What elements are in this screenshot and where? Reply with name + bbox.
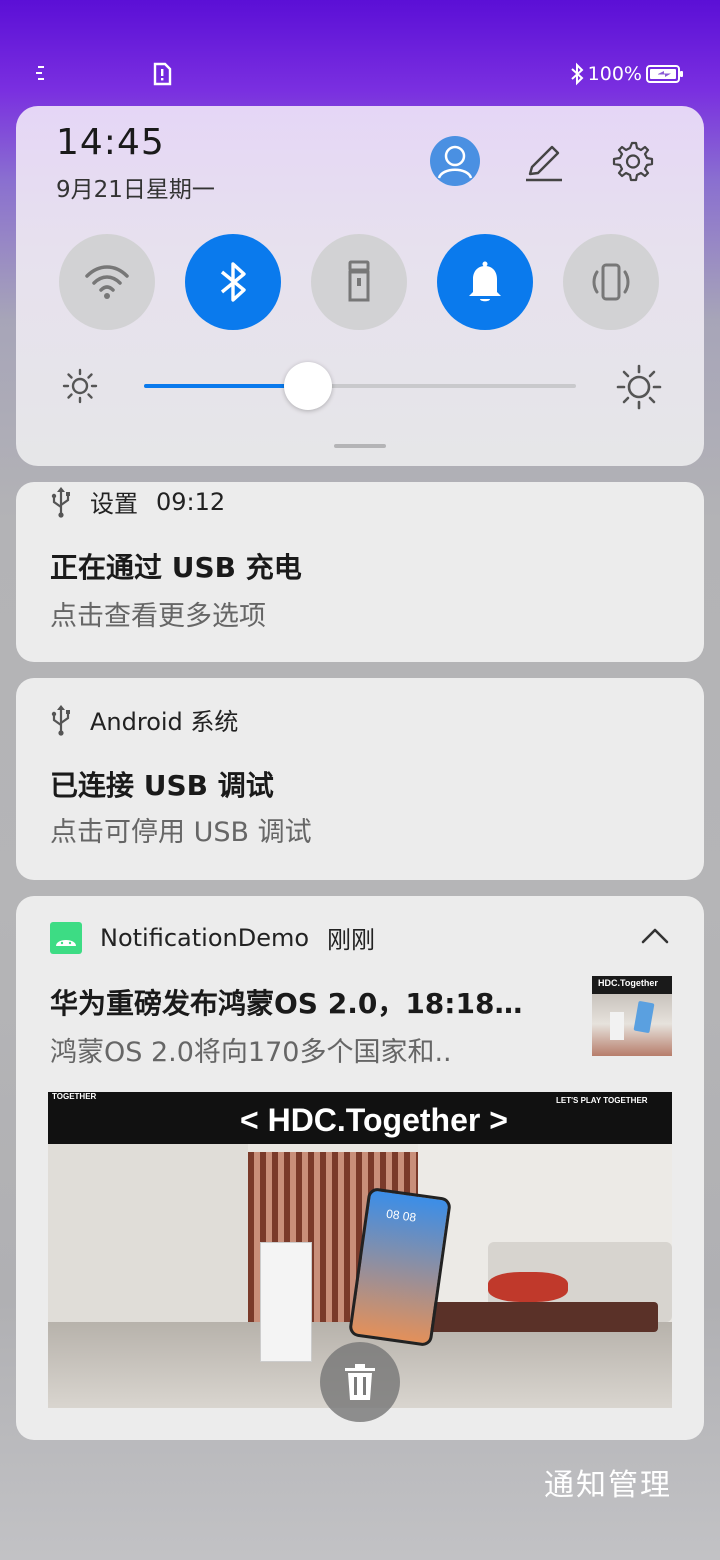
clock: 14:45 bbox=[56, 122, 165, 163]
notification-demo[interactable]: NotificationDemo 刚刚 华为重磅发布鸿蒙OS 2.0，18:18… bbox=[16, 896, 704, 1440]
notification-usb-charging[interactable]: 设置 09:12 正在通过 USB 充电 点击查看更多选项 bbox=[16, 482, 704, 662]
wifi-icon bbox=[85, 265, 129, 299]
bluetooth-icon bbox=[571, 62, 584, 86]
thumbnail-text: HDC.Together bbox=[598, 978, 658, 988]
bluetooth-toggle[interactable] bbox=[185, 234, 281, 330]
usb-icon bbox=[51, 486, 70, 518]
app-name: NotificationDemo bbox=[100, 923, 310, 952]
image-headline: < HDC.Together > bbox=[240, 1102, 508, 1138]
brightness-slider-track[interactable] bbox=[144, 384, 576, 388]
notification-management-link[interactable]: 通知管理 bbox=[544, 1460, 672, 1504]
date-text: 9月21日星期一 bbox=[56, 177, 215, 203]
wifi-toggle[interactable] bbox=[59, 234, 155, 330]
edit-pencil-icon[interactable] bbox=[522, 140, 566, 184]
notification-title: 已连接 USB 调试 bbox=[50, 769, 274, 802]
vibrate-toggle[interactable] bbox=[563, 234, 659, 330]
flashlight-icon bbox=[348, 260, 370, 302]
image-right-tag: LET'S PLAY TOGETHER bbox=[556, 1096, 648, 1105]
notification-time: 09:12 bbox=[156, 487, 226, 516]
notification-header: NotificationDemo 刚刚 bbox=[50, 920, 375, 955]
notification-title: 正在通过 USB 充电 bbox=[50, 551, 302, 584]
clear-notifications-button[interactable] bbox=[320, 1342, 400, 1422]
brightness-high-icon bbox=[616, 364, 662, 410]
settings-gear-icon[interactable] bbox=[610, 140, 654, 184]
notification-header: 设置 09:12 bbox=[50, 484, 225, 519]
brightness-slider-thumb[interactable] bbox=[284, 362, 333, 410]
image-left-tag: TOGETHER bbox=[52, 1092, 97, 1101]
status-bar: 100% bbox=[0, 0, 720, 100]
notification-header: Android 系统 bbox=[50, 702, 238, 737]
sound-toggle[interactable] bbox=[437, 234, 533, 330]
battery-charging-icon bbox=[646, 65, 683, 83]
notification-usb-debugging[interactable]: Android 系统 已连接 USB 调试 点击可停用 USB 调试 bbox=[16, 678, 704, 880]
notification-text: 点击可停用 USB 调试 bbox=[50, 817, 312, 848]
android-app-icon bbox=[50, 921, 82, 954]
notification-text: 鸿蒙OS 2.0将向170多个国家和.. bbox=[50, 1037, 452, 1068]
notification-title: 华为重磅发布鸿蒙OS 2.0，18:18… bbox=[50, 987, 523, 1020]
status-right: 100% bbox=[570, 60, 684, 88]
image-phone-time: 08 08 bbox=[385, 1206, 418, 1225]
vibrate-icon bbox=[592, 263, 630, 301]
bell-icon bbox=[469, 261, 501, 302]
user-icon bbox=[431, 137, 479, 185]
app-name: 设置 bbox=[90, 490, 138, 518]
panel-drag-handle[interactable] bbox=[334, 444, 386, 448]
brightness-low-icon bbox=[62, 368, 98, 404]
chevron-up-icon[interactable] bbox=[640, 926, 670, 946]
signal-dots-icon bbox=[36, 66, 44, 80]
notification-time: 刚刚 bbox=[327, 926, 376, 954]
app-name: Android 系统 bbox=[90, 708, 239, 736]
notification-text: 点击查看更多选项 bbox=[50, 601, 266, 632]
document-alert-icon bbox=[153, 62, 172, 86]
notification-thumbnail: HDC.Together bbox=[592, 976, 672, 1056]
trash-icon bbox=[345, 1364, 375, 1400]
bluetooth-icon bbox=[220, 262, 246, 302]
usb-icon bbox=[51, 704, 70, 736]
control-center-panel: 14:45 9月21日星期一 bbox=[16, 106, 704, 466]
account-avatar[interactable] bbox=[430, 136, 480, 186]
battery-percentage: 100% bbox=[587, 63, 642, 85]
flashlight-toggle[interactable] bbox=[311, 234, 407, 330]
